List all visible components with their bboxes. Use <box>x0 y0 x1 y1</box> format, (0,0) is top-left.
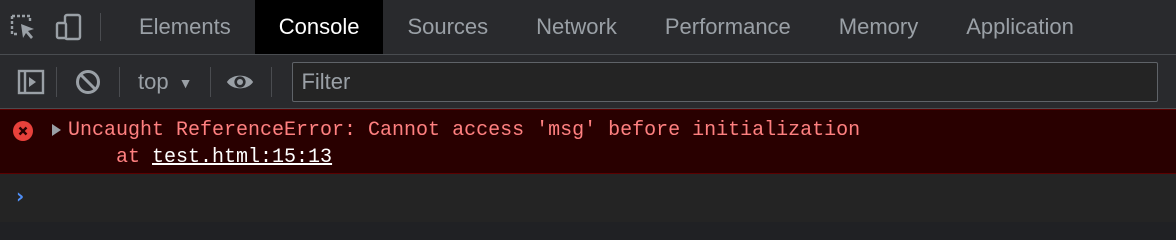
console-toolbar: top ▼ <box>0 55 1176 109</box>
toolbar-separator <box>210 66 212 97</box>
live-expression-button[interactable] <box>225 67 255 97</box>
filter-input[interactable] <box>293 67 1158 96</box>
stack-prefix <box>68 146 116 169</box>
devtools-window: Elements Console Sources Network Perform… <box>0 0 1176 222</box>
console-prompt[interactable]: › <box>0 174 1176 218</box>
tab-performance[interactable]: Performance <box>641 0 815 54</box>
prompt-chevron-icon: › <box>16 184 25 208</box>
eye-icon <box>227 75 254 88</box>
expand-triangle-icon[interactable] <box>52 124 61 136</box>
console-error-message[interactable]: Uncaught ReferenceError: Cannot access '… <box>0 109 1176 174</box>
console-output: Uncaught ReferenceError: Cannot access '… <box>0 109 1176 222</box>
toolbar-separator <box>56 66 57 97</box>
tab-memory[interactable]: Memory <box>815 0 942 54</box>
devtools-tabbar: Elements Console Sources Network Perform… <box>0 0 1176 55</box>
error-icon <box>13 121 33 141</box>
filter-box[interactable] <box>292 61 1159 102</box>
stack-prefix-text: at <box>116 146 153 169</box>
execution-context-selector[interactable]: top ▼ <box>130 62 200 102</box>
clear-console-button[interactable] <box>73 67 103 97</box>
tab-network[interactable]: Network <box>512 0 641 54</box>
device-toolbar-icon[interactable] <box>46 0 92 54</box>
toolbar-separator <box>119 66 120 97</box>
sidebar-toggle-icon <box>17 69 45 94</box>
tabbar-separator <box>100 13 101 41</box>
tab-console[interactable]: Console <box>254 0 384 54</box>
toolbar-separator <box>271 66 273 97</box>
tab-sources[interactable]: Sources <box>383 0 512 54</box>
tab-application[interactable]: Application <box>942 0 1098 54</box>
error-stack-trace: at test.html:15:13 <box>68 146 332 169</box>
clear-console-icon <box>76 69 100 94</box>
source-location-link[interactable]: test.html:15:13 <box>152 146 332 169</box>
dropdown-caret-icon: ▼ <box>178 74 193 91</box>
error-message-text: Uncaught ReferenceError: Cannot access '… <box>68 119 861 142</box>
tab-elements[interactable]: Elements <box>115 0 255 54</box>
execution-context-label: top <box>138 68 169 94</box>
inspect-element-icon[interactable] <box>0 0 46 54</box>
sidebar-toggle-button[interactable] <box>16 67 46 97</box>
